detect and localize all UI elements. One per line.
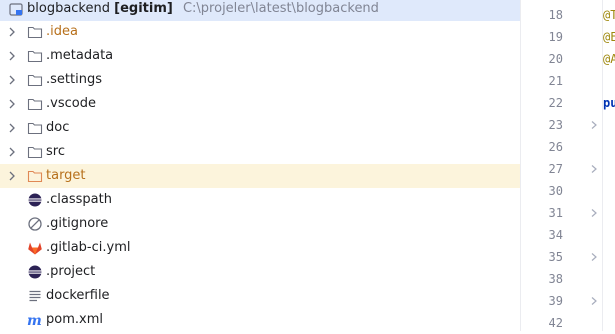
line-number: 35 xyxy=(548,250,563,264)
fold-chevron-icon[interactable] xyxy=(589,208,599,218)
project-tree-panel: blogbackend [egitim] C:\projeler\latest\… xyxy=(0,0,520,331)
chevron-right-icon[interactable] xyxy=(6,170,18,182)
svg-text:m: m xyxy=(27,313,42,328)
project-path: C:\projeler\latest\blogbackend xyxy=(182,1,379,16)
tree-item-label: target xyxy=(46,168,86,183)
tree-item-target[interactable]: target xyxy=(0,164,520,188)
line-number: 30 xyxy=(548,184,563,198)
chevron-right-icon[interactable] xyxy=(6,50,18,62)
folder-icon xyxy=(27,26,43,39)
folder-icon xyxy=(27,122,43,135)
fold-chevron-icon[interactable] xyxy=(589,296,599,306)
project-module: [egitim] xyxy=(114,1,173,16)
tree-item-doc[interactable]: doc xyxy=(0,116,520,140)
line-number: 34 xyxy=(548,228,563,242)
line-number: 19 xyxy=(548,30,563,44)
tree-item-project[interactable]: .project xyxy=(0,260,520,284)
tree-item-settings[interactable]: .settings xyxy=(0,68,520,92)
tree-item-label: .idea xyxy=(46,24,78,39)
project-name: blogbackend xyxy=(27,1,110,16)
tree-item-label: doc xyxy=(46,120,70,135)
eclipse-icon xyxy=(28,265,42,279)
chevron-right-icon[interactable] xyxy=(6,122,18,134)
code-annotation: @T xyxy=(603,8,615,22)
code-annotation: @A xyxy=(603,52,615,66)
chevron-right-icon[interactable] xyxy=(6,98,18,110)
folder-icon xyxy=(27,50,43,63)
tree-item-label: .vscode xyxy=(46,96,96,111)
tree-item-label: .settings xyxy=(46,72,102,87)
code-keyword: pu xyxy=(603,96,615,110)
fold-chevron-icon[interactable] xyxy=(589,164,599,174)
tree-item-dockerfile[interactable]: dockerfile xyxy=(0,284,520,308)
tree-item-label: dockerfile xyxy=(46,288,110,303)
fold-chevron-icon[interactable] xyxy=(589,252,599,262)
line-number: 27 xyxy=(548,162,563,176)
tree-item-gitlab-ci[interactable]: .gitlab-ci.yml xyxy=(0,236,520,260)
folder-icon xyxy=(27,74,43,87)
tree-item-label: .gitignore xyxy=(46,216,109,231)
editor-gutter: 18 19 20 21 22 23 26 27 30 31 34 35 38 3… xyxy=(520,0,615,331)
chevron-right-icon[interactable] xyxy=(6,146,18,158)
tree-item-gitignore[interactable]: .gitignore xyxy=(0,212,520,236)
tree-item-idea[interactable]: .idea xyxy=(0,20,520,44)
eclipse-icon xyxy=(28,193,42,207)
tree-item-metadata[interactable]: .metadata xyxy=(0,44,520,68)
project-root-label: blogbackend [egitim] C:\projeler\latest\… xyxy=(27,0,379,18)
folder-icon xyxy=(27,98,43,111)
line-number: 23 xyxy=(548,118,563,132)
tree-item-label: src xyxy=(46,144,65,159)
chevron-right-icon[interactable] xyxy=(6,26,18,38)
tree-item-label: .classpath xyxy=(46,192,112,207)
line-number: 18 xyxy=(548,8,563,22)
code-annotation: @E xyxy=(603,30,615,44)
tree-item-vscode[interactable]: .vscode xyxy=(0,92,520,116)
line-number: 20 xyxy=(548,52,563,66)
chevron-right-icon[interactable] xyxy=(6,74,18,86)
tree-item-pom[interactable]: m pom.xml xyxy=(0,308,520,332)
excluded-folder-icon xyxy=(27,170,43,183)
project-root-row[interactable]: blogbackend [egitim] C:\projeler\latest\… xyxy=(0,0,520,21)
line-number: 39 xyxy=(548,294,563,308)
tree-item-label: pom.xml xyxy=(46,312,103,327)
line-number: 38 xyxy=(548,272,563,286)
tree-item-label: .project xyxy=(46,264,96,279)
fold-chevron-icon[interactable] xyxy=(589,120,599,130)
tree-item-classpath[interactable]: .classpath xyxy=(0,188,520,212)
gitlab-icon xyxy=(28,242,42,255)
line-number: 31 xyxy=(548,206,563,220)
ignore-file-icon xyxy=(28,217,42,231)
project-module-icon xyxy=(9,3,23,16)
maven-icon: m xyxy=(27,313,42,328)
text-file-icon xyxy=(29,290,41,302)
line-number: 26 xyxy=(548,140,563,154)
tree-item-label: .metadata xyxy=(46,48,114,63)
tree-item-src[interactable]: src xyxy=(0,140,520,164)
line-number: 21 xyxy=(548,74,563,88)
line-number: 22 xyxy=(548,96,563,110)
tree-item-label: .gitlab-ci.yml xyxy=(46,240,131,255)
folder-icon xyxy=(27,146,43,159)
